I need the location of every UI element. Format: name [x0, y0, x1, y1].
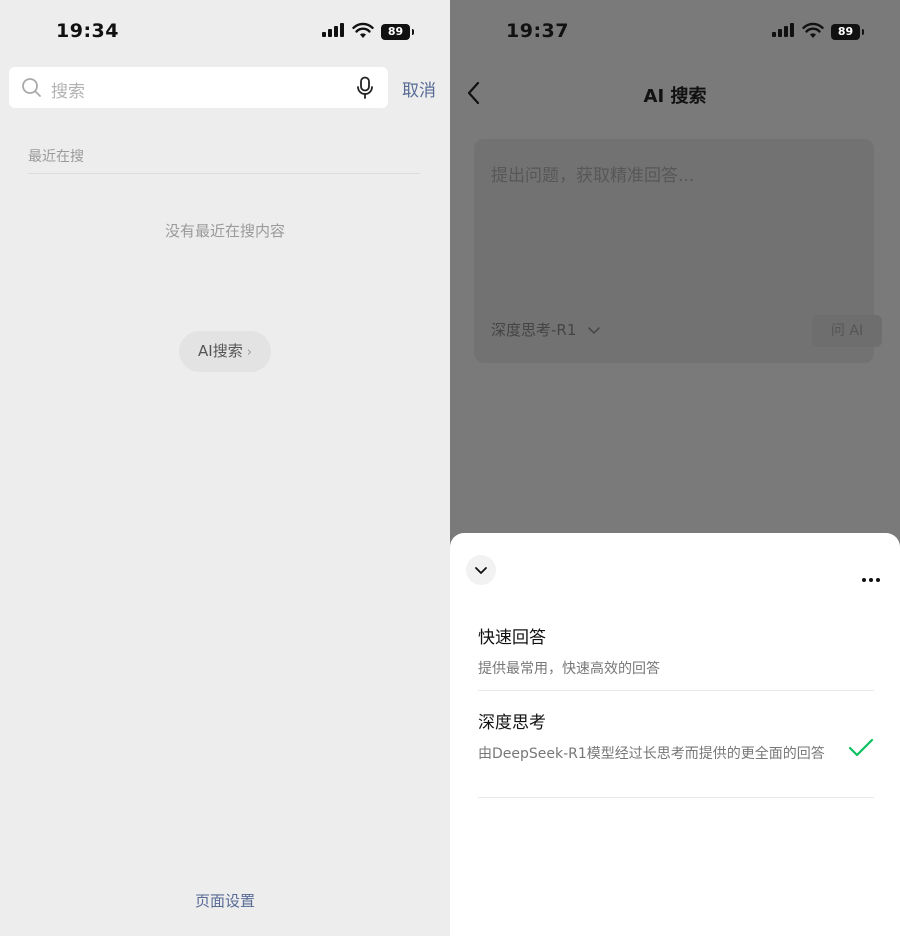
question-card: 提出问题，获取精准回答... 深度思考-R1 问 AI: [474, 139, 882, 363]
question-input[interactable]: 提出问题，获取精准回答...: [491, 161, 694, 186]
signal-icon: [322, 23, 346, 37]
option-deep-thinking[interactable]: 深度思考 由DeepSeek-R1模型经过长思考而提供的更全面的回答: [478, 708, 874, 765]
signal-icon: [772, 23, 796, 37]
search-placeholder: 搜索: [51, 82, 85, 102]
checkmark-icon: [848, 738, 874, 757]
divider: [28, 173, 420, 174]
mode-bottom-sheet: 快速回答 提供最常用，快速高效的回答 深度思考 由DeepSeek-R1模型经过…: [450, 533, 900, 936]
ai-search-button[interactable]: AI搜索 ›: [179, 331, 271, 372]
chevron-down-icon: [588, 326, 600, 334]
search-icon: [22, 78, 41, 97]
search-screen: 19:34 89 搜索 取消 最近在搜 没有最近在搜内容 AI搜索 › 页面设置: [0, 0, 450, 936]
chevron-right-icon: ›: [246, 345, 252, 360]
status-bar: 19:34 89: [0, 0, 450, 66]
status-time: 19:34: [56, 20, 119, 42]
search-input[interactable]: 搜索: [9, 67, 388, 108]
cancel-button[interactable]: 取消: [402, 76, 436, 101]
empty-recent-text: 没有最近在搜内容: [164, 222, 285, 240]
option-description: 由DeepSeek-R1模型经过长思考而提供的更全面的回答: [478, 746, 825, 762]
more-icon[interactable]: [859, 567, 880, 586]
ai-search-label: AI搜索: [198, 342, 243, 360]
microphone-icon[interactable]: [356, 76, 374, 100]
battery-icon: 89: [831, 24, 864, 40]
divider: [478, 797, 874, 798]
status-bar: 19:37 89: [450, 0, 900, 66]
page-settings-link[interactable]: 页面设置: [0, 890, 450, 911]
recent-searches-label: 最近在搜: [28, 149, 84, 165]
chevron-down-icon: [475, 567, 487, 574]
option-title: 深度思考: [478, 713, 546, 733]
wifi-icon: [802, 22, 824, 38]
option-description: 提供最常用，快速高效的回答: [478, 661, 660, 677]
model-selector[interactable]: 深度思考-R1: [491, 319, 601, 340]
ai-search-screen: 19:37 89 AI 搜索 提出问题，获取精准回答... 深度思考-R1 问 …: [450, 0, 900, 936]
ask-ai-button[interactable]: 问 AI: [812, 315, 882, 347]
model-selector-label: 深度思考-R1: [491, 321, 577, 339]
status-time: 19:37: [506, 20, 569, 42]
page-title: AI 搜索: [643, 86, 707, 107]
collapse-button[interactable]: [466, 555, 496, 585]
option-quick-answer[interactable]: 快速回答 提供最常用，快速高效的回答: [478, 623, 874, 680]
divider: [478, 690, 874, 691]
battery-icon: 89: [381, 24, 414, 40]
option-title: 快速回答: [478, 628, 546, 648]
wifi-icon: [352, 22, 374, 38]
